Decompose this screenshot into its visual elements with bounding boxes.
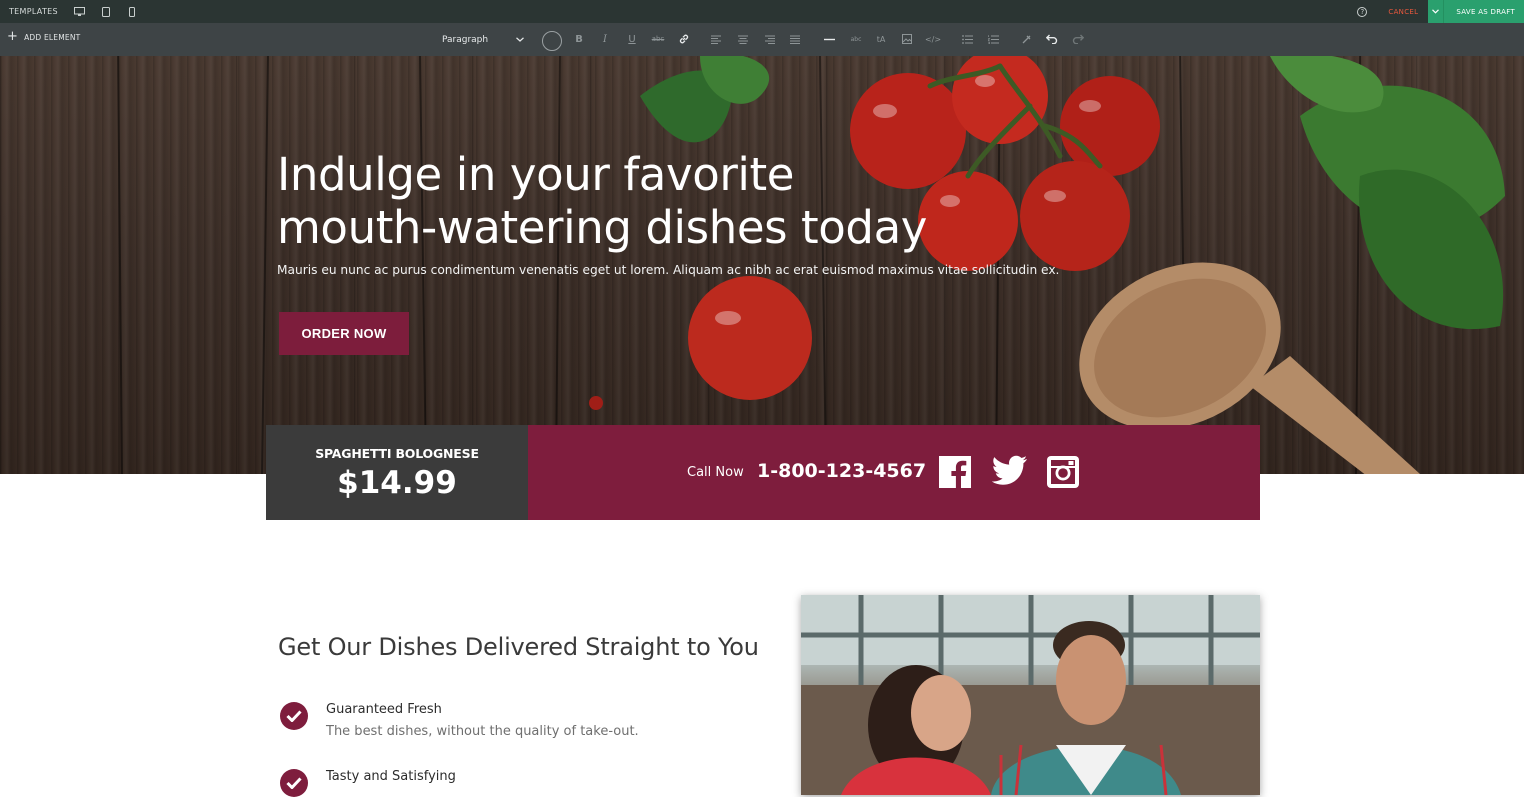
plus-icon: +	[7, 29, 19, 44]
dish-name: SPAGHETTI BOLOGNESE	[315, 446, 479, 461]
feature-title: Tasty and Satisfying	[326, 769, 456, 784]
save-as-draft-button[interactable]: SAVE AS DRAFT	[1444, 8, 1524, 16]
image-icon[interactable]	[900, 32, 914, 46]
hero-section: Indulge in your favorite mouth-watering …	[0, 56, 1524, 474]
hero-title-line-2: mouth-watering dishes today	[277, 201, 928, 254]
feature-title: Guaranteed Fresh	[326, 702, 442, 717]
hero-title: Indulge in your favorite mouth-watering …	[277, 148, 977, 254]
editor-toolbar: + ADD ELEMENT Paragraph B I U abc abc tA…	[0, 23, 1524, 56]
format-select[interactable]: Paragraph	[437, 31, 529, 48]
tablet-icon[interactable]	[100, 6, 112, 18]
feature-description: The best dishes, without the quality of …	[326, 724, 639, 739]
font-size-icon[interactable]: tA	[874, 32, 888, 46]
align-justify-icon[interactable]	[788, 32, 802, 46]
redo-icon[interactable]	[1071, 32, 1085, 46]
horizontal-rule-icon[interactable]	[822, 32, 836, 46]
align-center-icon[interactable]	[736, 32, 750, 46]
link-icon[interactable]	[677, 32, 691, 46]
mobile-icon[interactable]	[126, 6, 138, 18]
order-now-button[interactable]: ORDER NOW	[279, 312, 409, 355]
desktop-icon[interactable]	[74, 6, 86, 18]
chevron-down-icon	[516, 35, 524, 45]
contact-box: Call Now 1-800-123-4567	[528, 425, 1260, 520]
templates-button[interactable]: TEMPLATES	[9, 7, 58, 16]
top-bar: TEMPLATES ? CANCEL SAVE AS DRAFT	[0, 0, 1524, 23]
color-picker-icon[interactable]	[542, 31, 562, 51]
undo-icon[interactable]	[1045, 32, 1059, 46]
italic-icon[interactable]: I	[598, 32, 612, 46]
align-right-icon[interactable]	[763, 32, 777, 46]
hero-subtitle: Mauris eu nunc ac purus condimentum vene…	[277, 263, 1060, 277]
delivery-title: Get Our Dishes Delivered Straight to You	[278, 633, 759, 661]
twitter-icon[interactable]	[991, 455, 1027, 489]
format-select-value: Paragraph	[442, 34, 489, 45]
underline-icon[interactable]: U	[625, 32, 639, 46]
instagram-icon[interactable]	[1046, 455, 1080, 489]
add-element-button[interactable]: + ADD ELEMENT	[7, 29, 81, 44]
clear-icon[interactable]	[1019, 32, 1033, 46]
help-icon[interactable]: ?	[1357, 6, 1368, 17]
align-left-icon[interactable]	[709, 32, 723, 46]
numbered-list-icon[interactable]	[986, 32, 1000, 46]
price-box: SPAGHETTI BOLOGNESE $14.99	[266, 425, 528, 520]
bulleted-list-icon[interactable]	[960, 32, 974, 46]
checkmark-icon	[280, 769, 308, 797]
hero-title-line-1: Indulge in your favorite	[277, 148, 795, 201]
strikethrough-icon[interactable]: abc	[651, 32, 665, 46]
dish-price: $14.99	[337, 465, 457, 501]
facebook-icon[interactable]	[938, 455, 972, 489]
bold-icon[interactable]: B	[572, 32, 586, 46]
phone-number[interactable]: 1-800-123-4567	[757, 460, 926, 482]
chevron-down-icon[interactable]	[1428, 0, 1445, 23]
couple-dining-photo	[801, 595, 1260, 795]
save-group: SAVE AS DRAFT	[1428, 0, 1524, 23]
cancel-button[interactable]: CANCEL	[1388, 8, 1418, 16]
code-icon[interactable]: </>	[925, 32, 941, 46]
call-now-label: Call Now	[687, 465, 744, 480]
add-element-label: ADD ELEMENT	[24, 32, 81, 42]
checkmark-icon	[280, 702, 308, 730]
remove-format-icon[interactable]: abc	[849, 32, 863, 46]
